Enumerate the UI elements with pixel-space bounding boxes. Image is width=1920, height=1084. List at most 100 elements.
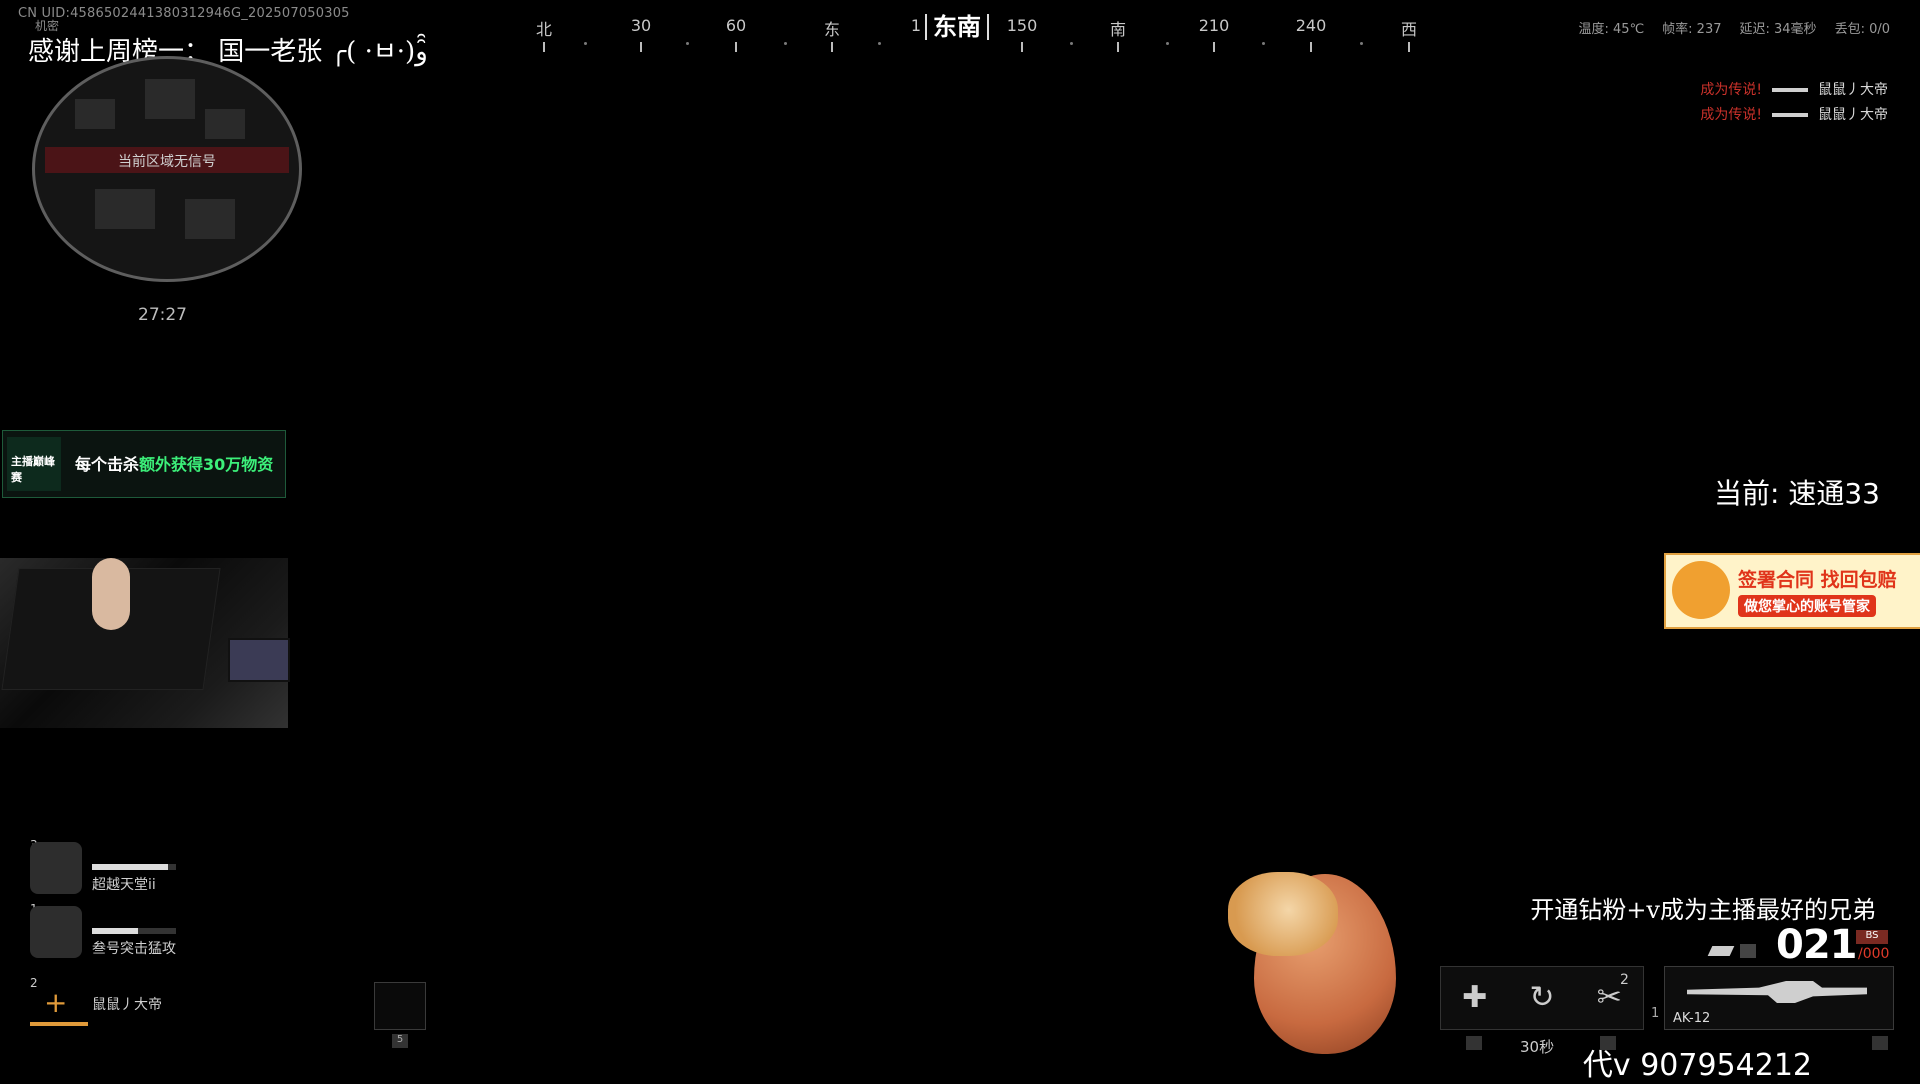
latency-stat: 延迟: 34毫秒 (1739, 22, 1817, 37)
ammo-badge: BS (1856, 930, 1888, 944)
compass-label-south: 南 (1109, 20, 1127, 39)
squad-member: 3 超越天堂ii (26, 838, 196, 902)
health-bar-fill (92, 928, 139, 934)
killfeed-entry: 成为传说! 鼠鼠丿大帝 (1700, 78, 1888, 103)
compass-current-heading: 东南 (925, 14, 989, 40)
monitor-image (228, 638, 290, 682)
tool-key (1466, 1036, 1482, 1050)
promo-text: 每个击杀额外获得30万物资 (75, 451, 273, 475)
weapon-key (1872, 1036, 1888, 1050)
compass-label-west: 西 (1400, 20, 1418, 39)
contact-watermark: 代v 907954212 (1582, 1048, 1812, 1083)
weapon-slot-number: 1 (1651, 1006, 1660, 1021)
webcam-overlay (0, 558, 290, 728)
current-mode-label: 当前: 速通33 (1714, 477, 1880, 510)
compass-tick (1117, 42, 1119, 52)
tool-belt[interactable]: ✚ ↻ ✂ (1440, 966, 1644, 1030)
tool-count: 2 (1620, 972, 1629, 988)
compass-label-30: 30 (630, 16, 652, 35)
compass-label-east: 东 (823, 20, 841, 39)
tournament-logo: 主播巅峰赛 (7, 437, 61, 491)
squad-self-number: 2 (30, 976, 38, 990)
killfeed-event: 成为传说! (1700, 107, 1762, 123)
compass-tick (1310, 42, 1312, 52)
compass-dot (1360, 42, 1363, 45)
ammo-reserve: /000 (1858, 946, 1890, 962)
squad-member-name: 超越天堂ii (92, 877, 156, 893)
compass-tick (1408, 42, 1410, 52)
tournament-logo-text: 主播巅峰赛 (11, 455, 55, 484)
doge-face-sticker (1228, 872, 1338, 956)
compass-tick (1213, 42, 1215, 52)
minimap-pixel (185, 199, 235, 239)
health-bar (92, 928, 176, 934)
thanks-banner: 感谢上周榜一： 国一老张 ╭( ·ㅂ·)و ̑̑ (28, 37, 437, 67)
streamer-promo-banner: 主播巅峰赛 每个击杀额外获得30万物资 (2, 430, 286, 498)
killfeed-event: 成为传说! (1700, 82, 1762, 98)
compass-label-240: 240 (1295, 16, 1327, 35)
match-timer: 27:27 (138, 305, 187, 325)
primary-weapon-slot[interactable]: AK-12 (1664, 966, 1894, 1030)
compass-dot (686, 42, 689, 45)
compass-dot (878, 42, 881, 45)
ad-title: 签署合同 找回包赔 (1738, 569, 1897, 591)
packet-loss-stat: 丢包: 0/0 (1834, 22, 1890, 37)
mascot-icon (1672, 561, 1730, 619)
compass-tick (543, 42, 545, 52)
compass-dot (1070, 42, 1073, 45)
fps-stat: 帧率: 237 (1662, 22, 1722, 37)
killfeed-player: 鼠鼠丿大帝 (1818, 82, 1888, 98)
minimap-pixel (75, 99, 115, 129)
squad-member-name: 叁号突击猛攻 (92, 941, 176, 957)
compass-dot (584, 42, 587, 45)
compass-bar: 北 30 60 东 1 东南 150 南 210 240 西 (500, 12, 1460, 52)
killfeed-entry: 成为传说! 鼠鼠丿大帝 (1700, 103, 1888, 128)
squad-list: 3 超越天堂ii 1 叁号突击猛攻 2 + 鼠鼠丿大帝 (26, 838, 196, 1026)
tool-timer: 30秒 (1520, 1038, 1555, 1056)
bandage-icon[interactable]: ✚ (1453, 976, 1497, 1020)
compass-tick (735, 42, 737, 52)
avatar (30, 842, 82, 894)
item-slot[interactable] (374, 982, 426, 1030)
rifle-icon (1772, 88, 1808, 92)
killfeed: 成为传说! 鼠鼠丿大帝 成为传说! 鼠鼠丿大帝 (1700, 78, 1888, 128)
compass-label-north: 北 (535, 20, 553, 39)
hand-image (92, 558, 130, 630)
promo-text-highlight: 额外获得30万物资 (139, 455, 274, 474)
account-service-ad: 签署合同 找回包赔 做您掌心的账号管家 (1664, 553, 1920, 629)
compass-label-150: 150 (1006, 16, 1038, 35)
tool-key (1600, 1036, 1616, 1050)
ad-subtitle: 做您掌心的账号管家 (1738, 595, 1876, 617)
squad-member: 1 叁号突击猛攻 (26, 902, 196, 966)
minimap-pixel (205, 109, 245, 139)
compass-dot (784, 42, 787, 45)
stream-subtitle: 开通钻粉+v成为主播最好的兄弟 (1530, 896, 1876, 924)
assault-rifle-icon (1687, 981, 1867, 1003)
bullet-icon (1707, 946, 1735, 956)
uid-text: CN UID:4586502441380312946G_202507050305 (18, 6, 350, 21)
temperature-stat: 温度: 45℃ (1578, 22, 1645, 37)
squad-self-name: 鼠鼠丿大帝 (92, 997, 162, 1013)
minimap-pixel (145, 79, 195, 119)
weapon-name: AK-12 (1673, 1011, 1711, 1026)
plus-icon: + (44, 986, 68, 1019)
compass-tick (831, 42, 833, 52)
performance-stats: 温度: 45℃ 帧率: 237 延迟: 34毫秒 丢包: 0/0 (1579, 18, 1890, 37)
minimap[interactable]: 当前区域无信号 (32, 56, 302, 282)
promo-text-a: 每个击杀 (75, 455, 140, 474)
compass-label-60: 60 (725, 16, 747, 35)
health-bar-fill (92, 864, 168, 870)
compass-dot (1166, 42, 1169, 45)
health-bar (92, 864, 176, 870)
compass-label-1: 1 (910, 16, 922, 35)
minimap-pixel (95, 189, 155, 229)
avatar (30, 906, 82, 958)
compass-tick (1021, 42, 1023, 52)
reload-key (1740, 944, 1756, 958)
recharge-icon[interactable]: ↻ (1520, 976, 1564, 1020)
killfeed-player: 鼠鼠丿大帝 (1818, 107, 1888, 123)
ammo-count: 021 (1776, 922, 1857, 968)
rifle-icon (1772, 113, 1808, 117)
compass-dot (1262, 42, 1265, 45)
no-signal-text: 当前区域无信号 (118, 154, 216, 170)
